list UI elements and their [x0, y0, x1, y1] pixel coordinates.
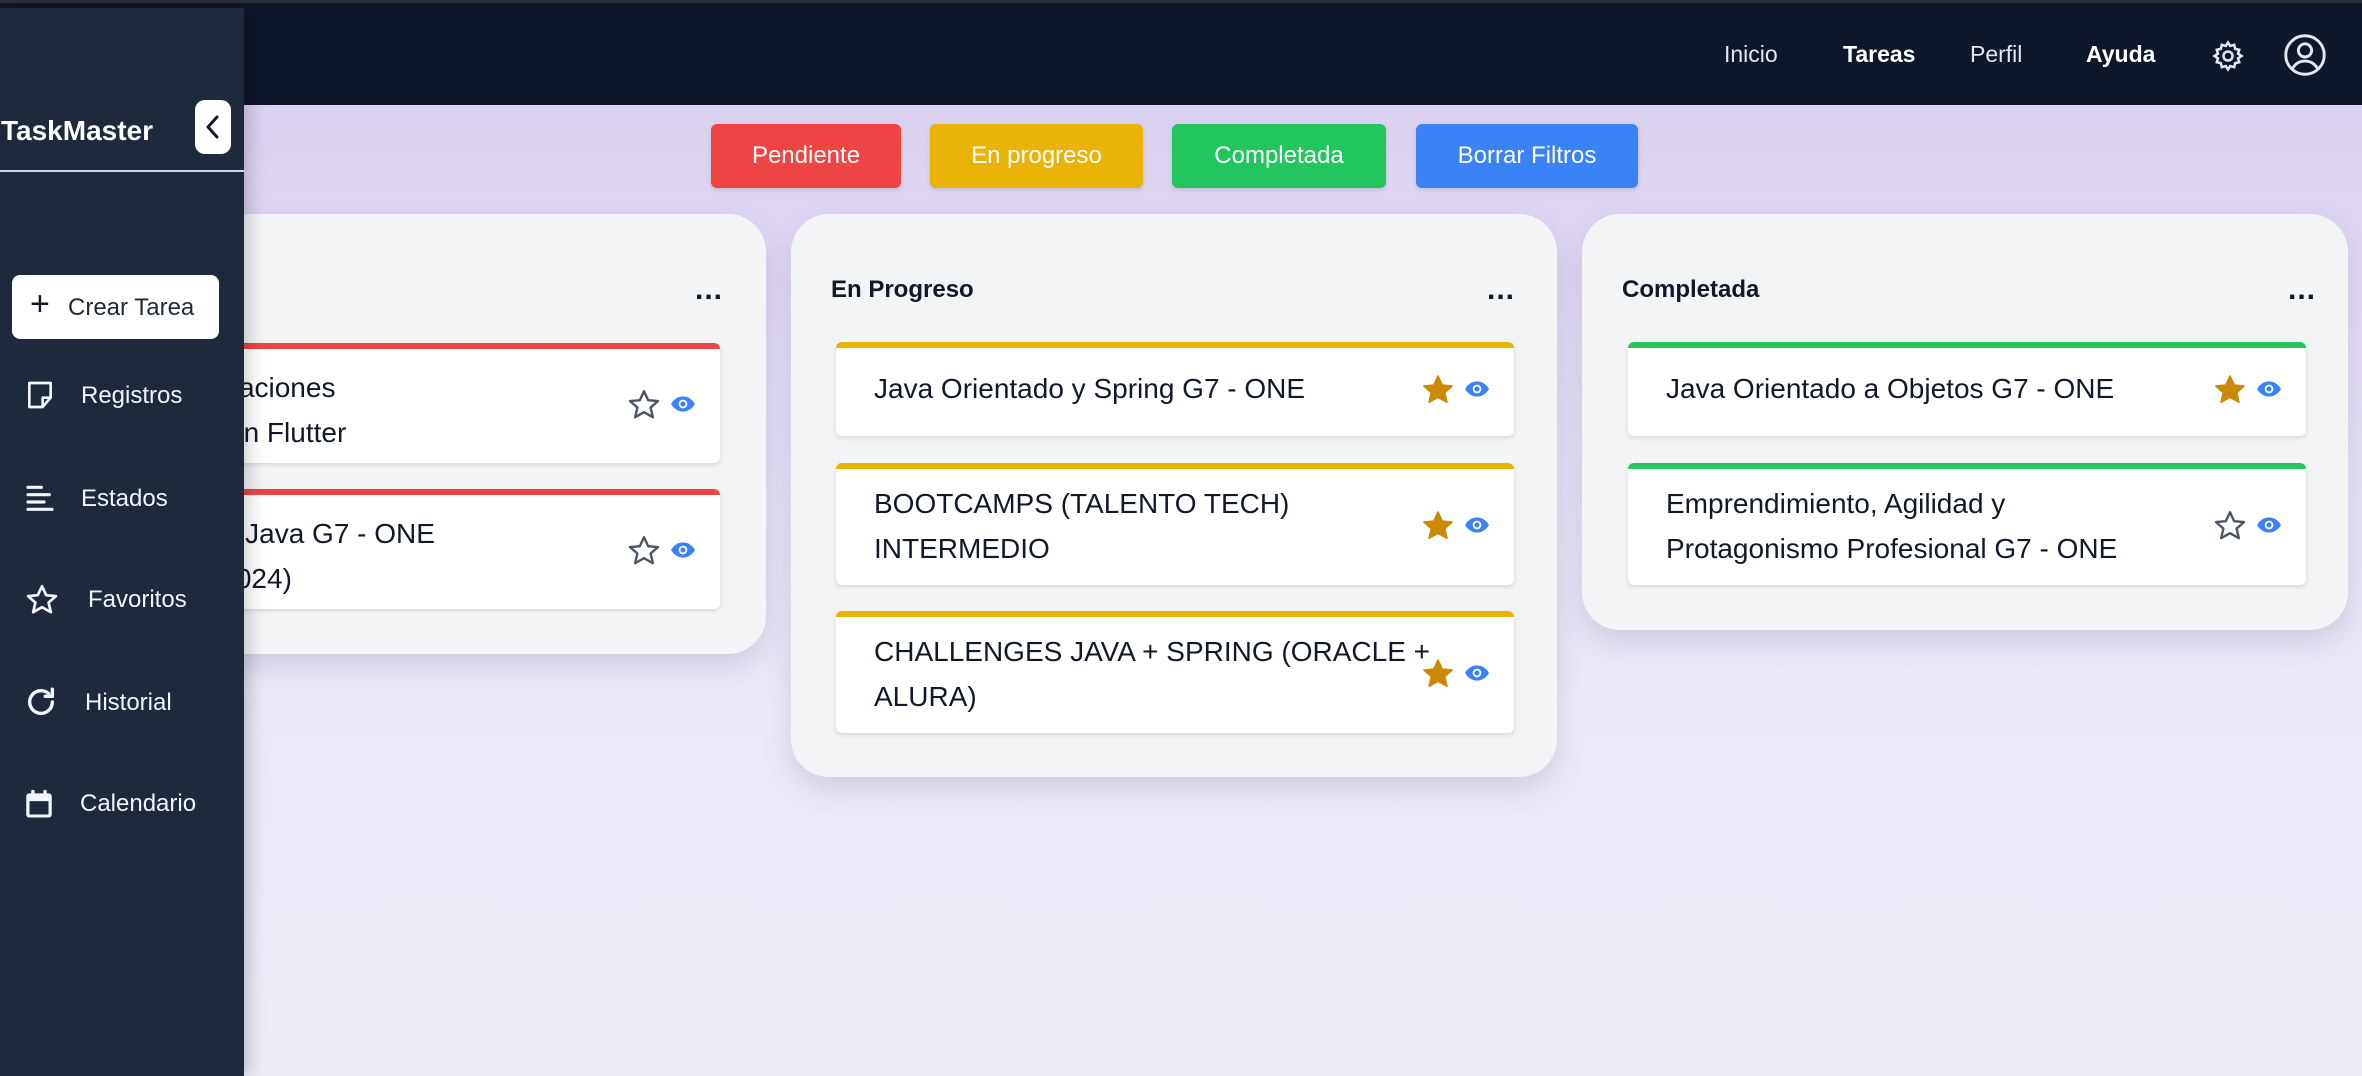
- task-title: Emprendimiento, Agilidad y Protagonismo …: [1666, 488, 2118, 564]
- gear-icon[interactable]: [2211, 39, 2245, 73]
- nav-ayuda[interactable]: Ayuda: [2086, 41, 2155, 68]
- task-title: BOOTCAMPS (TALENTO TECH) INTERMEDIO: [874, 488, 1290, 564]
- star-filled-icon[interactable]: [1420, 508, 1456, 544]
- note-icon: [28, 381, 52, 409]
- user-circle-icon[interactable]: [2283, 33, 2327, 77]
- task-title: Java Orientado a Objetos G7 - ONE: [1666, 373, 2115, 404]
- eye-icon[interactable]: [1464, 663, 1490, 683]
- star-icon: [26, 584, 58, 614]
- eye-icon[interactable]: [2256, 379, 2282, 399]
- filter-pendiente-button[interactable]: Pendiente: [711, 124, 901, 188]
- sidebar-item-historial[interactable]: Historial: [0, 672, 244, 732]
- star-filled-icon[interactable]: [2212, 372, 2248, 408]
- create-task-button[interactable]: + Crear Tarea: [12, 275, 219, 339]
- nav-perfil[interactable]: Perfil: [1970, 41, 2022, 68]
- nav-tareas[interactable]: Tareas: [1843, 41, 1915, 68]
- column-title: En Progreso: [831, 276, 974, 303]
- filter-en-progreso-button[interactable]: En progreso: [930, 124, 1143, 188]
- status-bar: [1628, 342, 2306, 348]
- sidebar-item-label: Historial: [85, 689, 172, 716]
- sidebar-item-estados[interactable]: Estados: [0, 468, 244, 528]
- sidebar: TaskMaster + Crear Tarea Registros Estad…: [0, 8, 244, 1076]
- star-filled-icon[interactable]: [1420, 656, 1456, 692]
- sidebar-item-registros[interactable]: Registros: [0, 365, 244, 425]
- sidebar-item-favoritos[interactable]: Favoritos: [0, 569, 244, 629]
- task-card[interactable]: Java Orientado a Objetos G7 - ONE: [1628, 342, 2306, 436]
- task-card[interactable]: BOOTCAMPS (TALENTO TECH) INTERMEDIO: [836, 463, 1514, 585]
- create-task-label: Crear Tarea: [68, 294, 195, 321]
- task-card[interactable]: Emprendimiento, Agilidad y Protagonismo …: [1628, 463, 2306, 585]
- sidebar-item-label: Registros: [81, 382, 183, 409]
- eye-icon[interactable]: [670, 540, 696, 560]
- sidebar-item-label: Estados: [81, 485, 168, 512]
- clear-filters-button[interactable]: Borrar Filtros: [1416, 124, 1638, 188]
- column-en-progreso: En Progreso ... Java Orientado y Spring …: [791, 214, 1557, 777]
- sidebar-item-label: Favoritos: [88, 586, 187, 613]
- task-title: CHALLENGES JAVA + SPRING (ORACLE + ALURA…: [874, 636, 1431, 712]
- status-bar: [836, 463, 1514, 469]
- align-left-icon: [26, 485, 54, 511]
- task-title: Java Orientado y Spring G7 - ONE: [874, 373, 1306, 404]
- star-outline-icon[interactable]: [2212, 508, 2248, 544]
- column-completada: Completada ... Java Orientado a Objetos …: [1582, 214, 2348, 630]
- sidebar-divider: [0, 170, 244, 172]
- star-outline-icon[interactable]: [626, 533, 662, 569]
- sidebar-item-label: Calendario: [80, 790, 197, 817]
- column-menu-button[interactable]: ...: [695, 275, 723, 305]
- star-filled-icon[interactable]: [1420, 372, 1456, 408]
- sidebar-item-calendario[interactable]: Calendario: [0, 773, 244, 833]
- status-bar: [836, 611, 1514, 617]
- column-menu-button[interactable]: ...: [1487, 275, 1515, 305]
- status-bar: [836, 342, 1514, 348]
- chevron-left-icon: [206, 115, 219, 139]
- app-brand: TaskMaster: [1, 115, 154, 146]
- refresh-icon: [27, 687, 55, 715]
- column-menu-button[interactable]: ...: [2288, 275, 2316, 305]
- task-card[interactable]: Java Orientado y Spring G7 - ONE: [836, 342, 1514, 436]
- column-title: Completada: [1622, 276, 1760, 303]
- eye-icon[interactable]: [2256, 515, 2282, 535]
- task-card[interactable]: CHALLENGES JAVA + SPRING (ORACLE + ALURA…: [836, 611, 1514, 733]
- nav-inicio[interactable]: Inicio: [1724, 41, 1778, 68]
- eye-icon[interactable]: [1464, 379, 1490, 399]
- eye-icon[interactable]: [670, 394, 696, 414]
- top-navbar: Inicio Tareas Perfil Ayuda: [0, 3, 2362, 105]
- collapse-sidebar-button[interactable]: [195, 100, 231, 154]
- calendar-icon: [26, 789, 52, 818]
- plus-icon: +: [30, 285, 50, 323]
- star-outline-icon[interactable]: [626, 387, 662, 423]
- status-bar: [1628, 463, 2306, 469]
- eye-icon[interactable]: [1464, 515, 1490, 535]
- filter-completada-button[interactable]: Completada: [1172, 124, 1386, 188]
